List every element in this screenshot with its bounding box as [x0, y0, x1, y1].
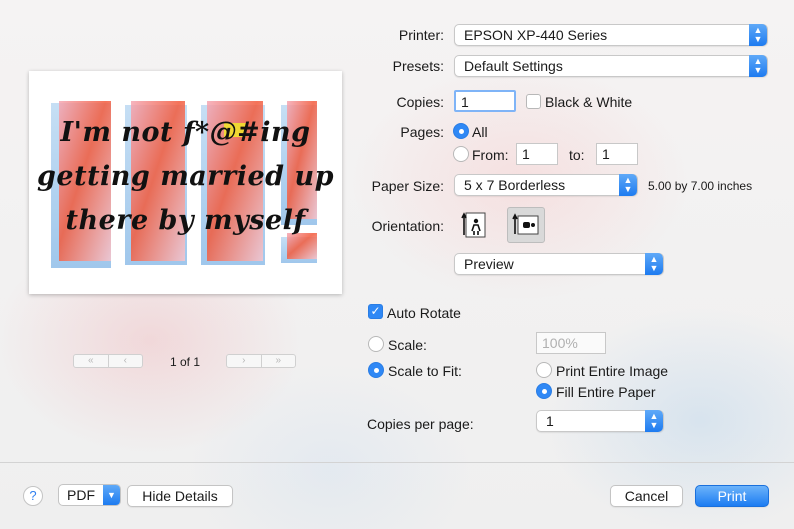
preview-line-2: getting married up: [37, 161, 334, 192]
scale-field[interactable]: 100%: [536, 332, 606, 354]
print-button[interactable]: Print: [695, 485, 769, 507]
up-down-arrows-icon: ▲ ▼: [749, 24, 767, 46]
pages-label: Pages:: [400, 124, 444, 140]
copies-per-page-label: Copies per page:: [367, 416, 474, 432]
hide-details-button[interactable]: Hide Details: [127, 485, 233, 507]
print-entire-image-radio[interactable]: [536, 362, 552, 378]
up-down-arrows-icon: ▲ ▼: [749, 55, 767, 77]
scale-radio[interactable]: [368, 336, 384, 352]
printer-label: Printer:: [398, 27, 444, 43]
black-white-label: Black & White: [545, 94, 633, 110]
landscape-icon: [512, 213, 539, 235]
fill-entire-paper-radio[interactable]: [536, 383, 552, 399]
pages-from-label: From:: [472, 147, 509, 163]
paper-dimensions: 5.00 by 7.00 inches: [648, 179, 753, 193]
scale-label: Scale:: [388, 337, 427, 353]
fill-entire-paper-label: Fill Entire Paper: [556, 384, 656, 400]
cancel-button[interactable]: Cancel: [610, 485, 683, 507]
auto-rotate-label: Auto Rotate: [387, 305, 461, 321]
preview-line-3: there by myself: [65, 205, 306, 236]
copies-per-page-select[interactable]: 1 ▲ ▼: [536, 410, 664, 432]
pages-all-radio[interactable]: [453, 123, 469, 139]
presets-select[interactable]: Default Settings ▲ ▼: [454, 55, 768, 77]
preview-back-nav: « ‹: [73, 354, 143, 368]
presets-label: Presets:: [392, 58, 444, 74]
portrait-orientation-button[interactable]: [455, 207, 493, 243]
next-page-button[interactable]: ›: [227, 355, 261, 367]
orientation-label: Orientation:: [371, 218, 444, 234]
footer-divider: [0, 462, 794, 463]
section-value: Preview: [464, 256, 514, 272]
printer-select[interactable]: EPSON XP-440 Series ▲ ▼: [454, 24, 768, 46]
copies-field[interactable]: 1: [454, 90, 516, 112]
first-page-button[interactable]: «: [74, 355, 108, 367]
help-button[interactable]: ?: [23, 486, 43, 506]
printer-value: EPSON XP-440 Series: [464, 27, 608, 43]
pages-from-field[interactable]: 1: [516, 143, 558, 165]
print-preview-thumbnail: I'm not f*@#ing getting married up there…: [29, 71, 342, 294]
paper-size-label: Paper Size:: [371, 178, 444, 194]
presets-value: Default Settings: [464, 58, 563, 74]
copies-per-page-value: 1: [546, 413, 554, 429]
pages-to-field[interactable]: 1: [596, 143, 638, 165]
scale-to-fit-label: Scale to Fit:: [388, 363, 462, 379]
print-entire-image-label: Print Entire Image: [556, 363, 669, 379]
preview-forward-nav: › »: [226, 354, 296, 368]
up-down-arrows-icon: ▲ ▼: [645, 253, 663, 275]
pages-all-label: All: [472, 124, 488, 140]
preview-line-1: I'm not f*@#ing: [60, 117, 311, 148]
paper-size-select[interactable]: 5 x 7 Borderless ▲ ▼: [454, 174, 638, 196]
black-white-checkbox[interactable]: [526, 94, 541, 109]
landscape-orientation-button[interactable]: [507, 207, 545, 243]
copies-label: Copies:: [396, 94, 444, 110]
chevron-down-icon: ▼: [103, 485, 120, 505]
print-options-section-select[interactable]: Preview ▲ ▼: [454, 253, 664, 275]
pages-to-label: to:: [569, 147, 585, 163]
previous-page-button[interactable]: ‹: [107, 355, 143, 367]
last-page-button[interactable]: »: [260, 355, 296, 367]
up-down-arrows-icon: ▲ ▼: [619, 174, 637, 196]
auto-rotate-checkbox[interactable]: ✓: [368, 304, 383, 319]
portrait-icon: [461, 212, 486, 238]
paper-size-value: 5 x 7 Borderless: [464, 177, 566, 193]
pdf-label: PDF: [67, 487, 95, 503]
up-down-arrows-icon: ▲ ▼: [645, 410, 663, 432]
scale-to-fit-radio[interactable]: [368, 362, 384, 378]
pdf-menu-button[interactable]: PDF ▼: [58, 484, 121, 506]
pages-range-radio[interactable]: [453, 146, 469, 162]
page-indicator: 1 of 1: [169, 355, 201, 369]
